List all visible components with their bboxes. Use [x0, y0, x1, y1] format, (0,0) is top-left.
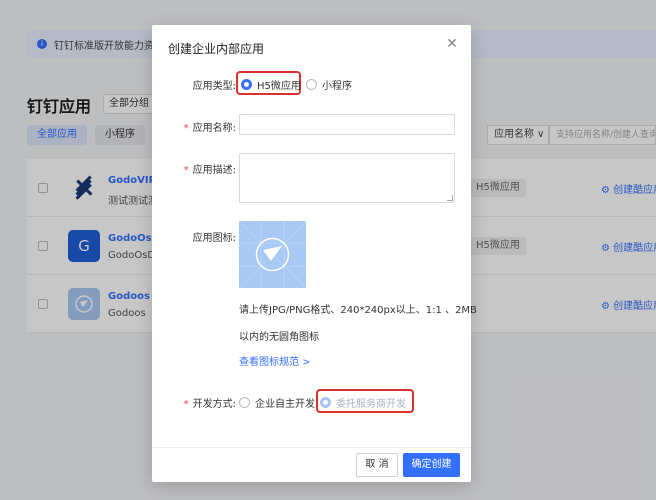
- icon-guide-link[interactable]: 查看图标规范 >: [239, 353, 311, 368]
- dialog-footer: 取 消 确定创建: [152, 447, 471, 482]
- dialog-title: 创建企业内部应用: [168, 42, 265, 56]
- radio-unchecked-icon: [239, 397, 250, 408]
- app-icon-label: 应用图标:: [192, 233, 236, 244]
- cancel-button[interactable]: 取 消: [356, 453, 398, 477]
- close-icon[interactable]: ✕: [444, 36, 460, 52]
- app-desc-label: * 应用描述:: [183, 165, 236, 176]
- radio-mini-program[interactable]: 小程序: [306, 77, 352, 92]
- icon-hint-line2: 以内的无圆角图标: [239, 332, 319, 343]
- app-name-label: * 应用名称:: [183, 123, 236, 134]
- radio-checked-icon: [241, 79, 252, 90]
- radio-h5-app[interactable]: H5微应用: [241, 77, 301, 92]
- radio-self-develop[interactable]: 企业自主开发: [239, 395, 315, 410]
- app-type-label: 应用类型:: [192, 81, 236, 92]
- radio-unchecked-icon: [306, 79, 317, 90]
- radio-disabled-icon: [320, 397, 331, 408]
- create-app-dialog: 创建企业内部应用 ✕ 应用类型: H5微应用 小程序 * 应用名称: * 应用描述:…: [152, 25, 477, 482]
- resize-handle[interactable]: [447, 195, 453, 201]
- dev-mode-label: * 开发方式:: [183, 399, 236, 410]
- radio-outsource-develop[interactable]: 委托服务商开发: [320, 395, 406, 410]
- app-icon-upload[interactable]: [239, 221, 306, 288]
- confirm-create-button[interactable]: 确定创建: [403, 453, 460, 477]
- app-desc-textarea[interactable]: [239, 153, 455, 203]
- icon-hint-line1: 请上传JPG/PNG格式、240*240px以上、1:1 、2MB: [239, 305, 477, 316]
- app-name-input[interactable]: [239, 114, 455, 135]
